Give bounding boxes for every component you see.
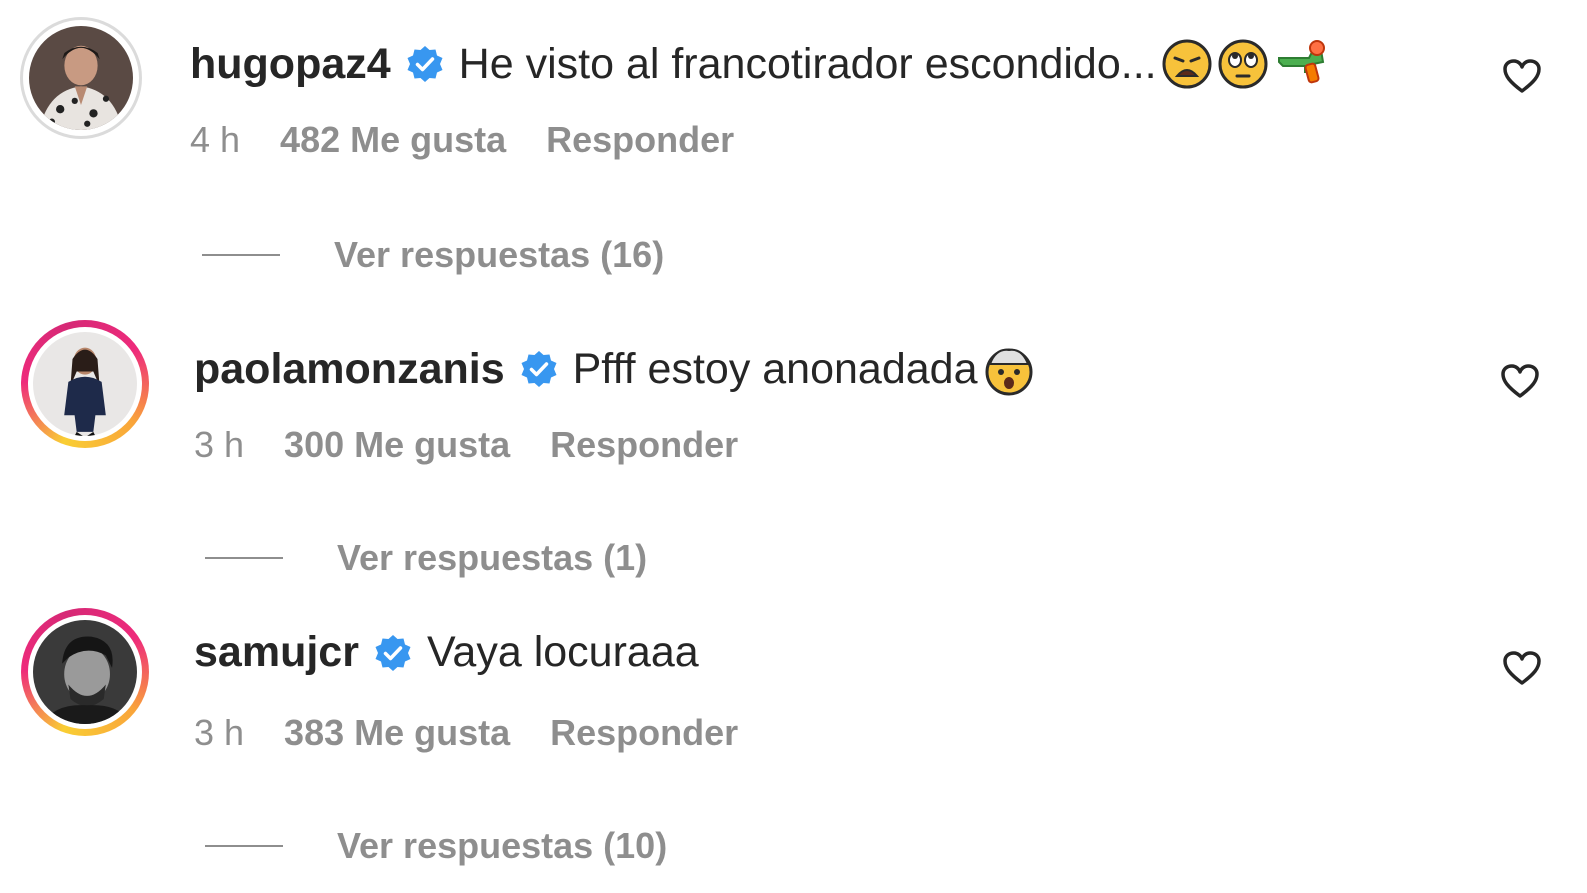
weary-face-emoji <box>1161 38 1213 90</box>
reply-button[interactable]: Responder <box>550 427 738 463</box>
view-replies-button[interactable]: Ver respuestas (16) <box>202 234 664 276</box>
username[interactable]: hugopaz4 <box>190 42 391 86</box>
verified-badge-icon <box>519 349 559 389</box>
avatar-photo <box>33 332 137 436</box>
comment-time: 3 h <box>194 712 245 753</box>
likes-count-button[interactable]: 300 Me gusta <box>284 427 510 463</box>
view-replies-label: Ver respuestas (16) <box>334 234 665 275</box>
likes-count-button[interactable]: 482 Me gusta <box>280 122 506 158</box>
like-heart-icon[interactable] <box>1502 650 1542 686</box>
verified-badge-icon <box>405 44 445 84</box>
face-with-rolling-eyes-emoji <box>1217 38 1269 90</box>
exploding-head-emoji <box>982 342 1036 396</box>
comment-item: paolamonzanis Pfff estoy anonadada 3 h 3… <box>0 300 1587 590</box>
view-replies-label: Ver respuestas (1) <box>337 537 648 578</box>
like-heart-icon[interactable] <box>1500 363 1540 399</box>
replies-divider <box>202 254 280 256</box>
replies-divider <box>205 845 283 847</box>
like-heart-icon[interactable] <box>1502 58 1542 94</box>
likes-count-button[interactable]: 383 Me gusta <box>284 715 510 751</box>
comment-text: He visto al francotirador escondido... <box>458 39 1157 88</box>
view-replies-button[interactable]: Ver respuestas (1) <box>205 537 647 579</box>
comment-item: samujcr Vaya locuraaa 3 h 383 Me gusta R… <box>0 590 1587 893</box>
view-replies-button[interactable]: Ver respuestas (10) <box>205 825 667 867</box>
view-replies-label: Ver respuestas (10) <box>337 825 668 866</box>
replies-divider <box>205 557 283 559</box>
username[interactable]: paolamonzanis <box>194 347 505 391</box>
comment-time: 3 h <box>194 424 245 465</box>
avatar-story-ring[interactable] <box>21 320 149 448</box>
avatar-story-ring[interactable] <box>21 608 149 736</box>
comment-item: hugopaz4 He visto al francotirador escon… <box>0 0 1587 300</box>
avatar-photo <box>29 26 133 130</box>
comment-text: Vaya locuraaa <box>426 628 699 676</box>
verified-badge-icon <box>373 633 413 673</box>
comment-time: 4 h <box>190 119 241 160</box>
avatar-photo <box>33 620 137 724</box>
avatar[interactable] <box>20 17 142 139</box>
water-pistol-emoji <box>1273 38 1329 90</box>
reply-button[interactable]: Responder <box>546 122 734 158</box>
comment-text: Pfff estoy anonadada <box>572 344 978 393</box>
reply-button[interactable]: Responder <box>550 715 738 751</box>
username[interactable]: samujcr <box>194 631 359 674</box>
